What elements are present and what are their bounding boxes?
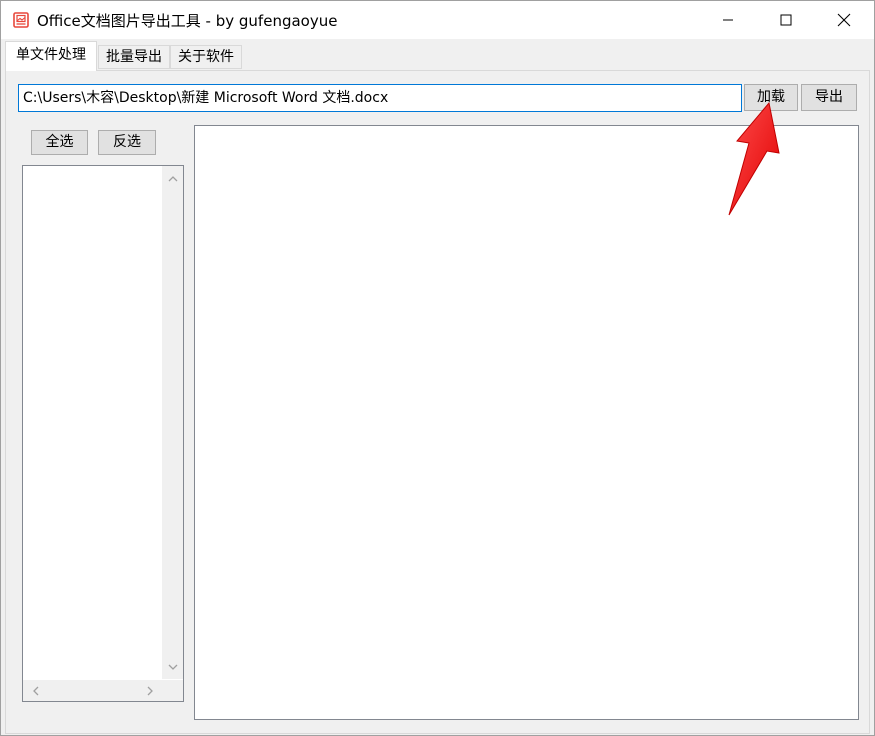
minimize-icon bbox=[722, 14, 734, 26]
close-icon bbox=[837, 13, 851, 27]
app-window: Office文档图片导出工具 - by gufengaoyue 单文件处理 批量… bbox=[0, 0, 875, 736]
vertical-scrollbar[interactable] bbox=[162, 166, 183, 679]
image-list[interactable] bbox=[22, 165, 184, 702]
tab-batch-export[interactable]: 批量导出 bbox=[98, 45, 170, 69]
red-arrow-annotation bbox=[728, 101, 780, 216]
chevron-left-icon[interactable] bbox=[27, 682, 44, 699]
export-button[interactable]: 导出 bbox=[801, 84, 857, 111]
tab-about[interactable]: 关于软件 bbox=[170, 45, 242, 69]
image-icon bbox=[13, 12, 29, 28]
maximize-button[interactable] bbox=[757, 1, 815, 39]
chevron-up-icon[interactable] bbox=[164, 170, 181, 187]
maximize-icon bbox=[780, 14, 792, 26]
minimize-button[interactable] bbox=[699, 1, 757, 39]
title-bar[interactable]: Office文档图片导出工具 - by gufengaoyue bbox=[1, 1, 874, 39]
window-title: Office文档图片导出工具 - by gufengaoyue bbox=[37, 12, 338, 30]
close-button[interactable] bbox=[815, 1, 873, 39]
chevron-down-icon[interactable] bbox=[164, 658, 181, 675]
chevron-right-icon[interactable] bbox=[141, 682, 158, 699]
scrollbar-corner bbox=[162, 680, 183, 701]
tab-single-file[interactable]: 单文件处理 bbox=[5, 41, 97, 71]
select-all-button[interactable]: 全选 bbox=[31, 130, 88, 155]
file-path-input[interactable]: C:\Users\木容\Desktop\新建 Microsoft Word 文档… bbox=[18, 84, 742, 112]
invert-selection-button[interactable]: 反选 bbox=[98, 130, 156, 155]
horizontal-scrollbar[interactable] bbox=[23, 680, 162, 701]
